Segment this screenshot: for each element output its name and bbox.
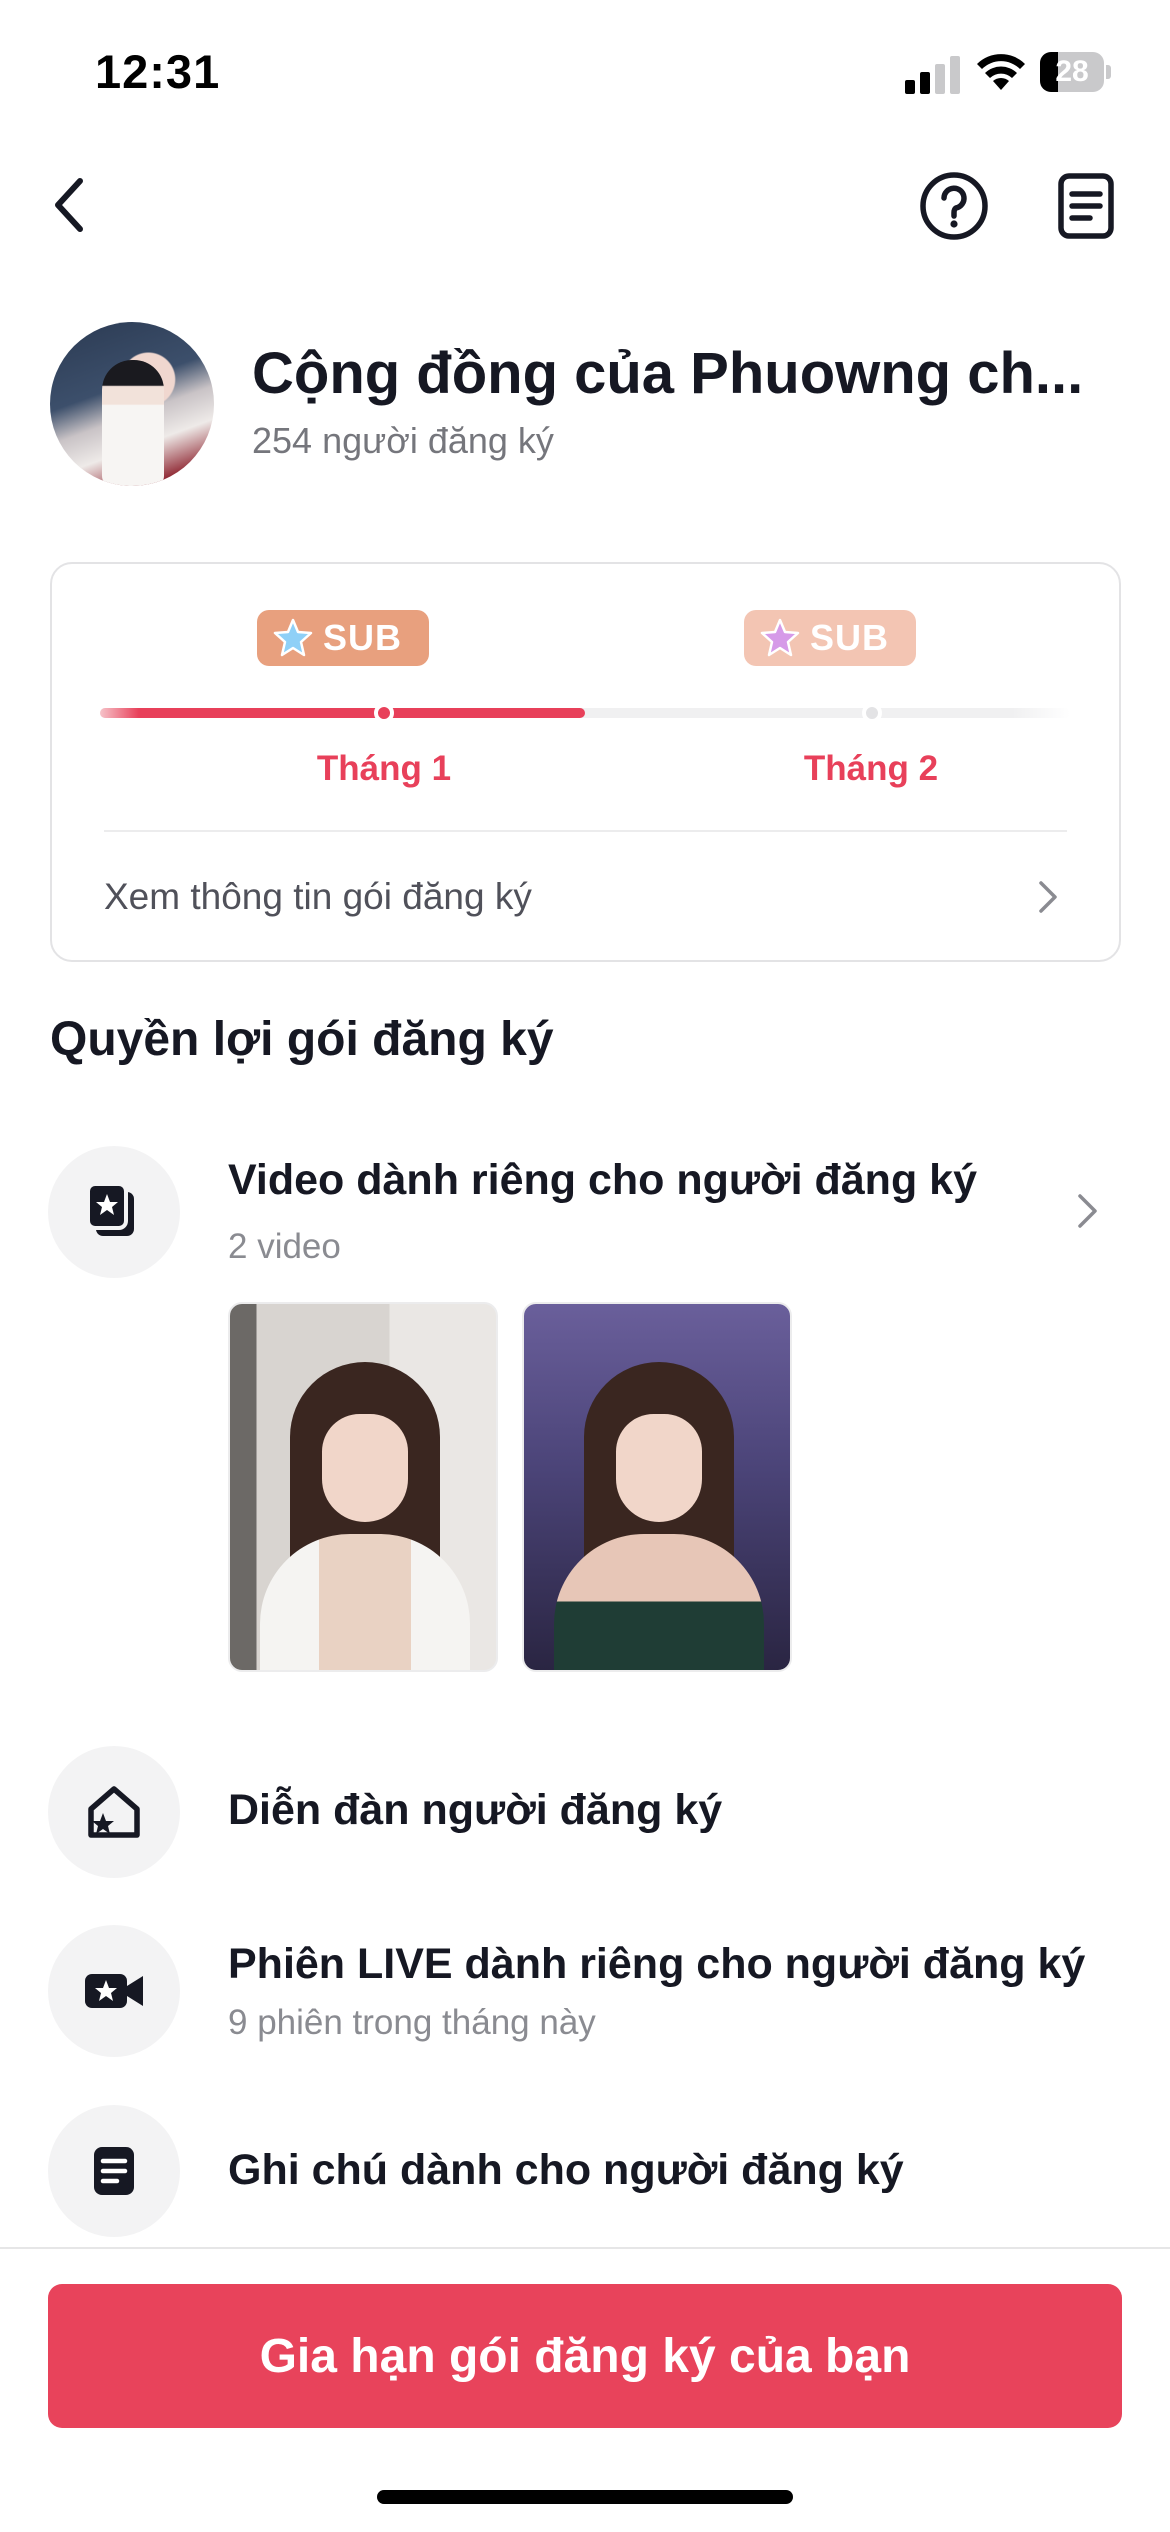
benefit-title-forum[interactable]: Diễn đàn người đăng ký <box>228 1786 722 1835</box>
subscriber-count: 254 người đăng ký <box>252 420 554 461</box>
sub-badge-label: SUB <box>810 617 890 658</box>
community-title: Cộng đồng của Phuowng ch... <box>252 341 1084 406</box>
benefit-icon-container <box>48 1146 180 1278</box>
subscription-progress-fill <box>100 708 585 718</box>
benefit-subtitle-video-count: 2 video <box>228 1227 341 1266</box>
progress-dot-month-1 <box>374 703 394 723</box>
chevron-right-icon[interactable] <box>1066 1190 1108 1232</box>
forum-icon <box>88 1786 140 1838</box>
month-label-2: Tháng 2 <box>803 749 939 788</box>
sub-badge-month-2: SUB <box>744 610 916 666</box>
help-icon[interactable] <box>918 170 990 242</box>
subscription-card: SUB SUB Tháng 1 Tháng 2 Xem thông tin gó… <box>50 562 1121 962</box>
chevron-right-icon <box>1039 881 1057 913</box>
benefit-icon-container <box>48 1746 180 1878</box>
battery-icon: 28 <box>1040 52 1112 92</box>
live-camera-icon <box>85 1974 143 2008</box>
benefit-icon-container <box>48 2105 180 2237</box>
benefit-subtitle-live-sessions: 9 phiên trong tháng này <box>228 2003 596 2042</box>
benefit-title-notes[interactable]: Ghi chú dành cho người đăng ký <box>228 2146 904 2195</box>
notes-icon[interactable] <box>1050 170 1122 242</box>
benefits-section-title: Quyền lợi gói đăng ký <box>50 1013 554 1066</box>
star-badge-icon <box>273 618 313 657</box>
progress-dot-month-2 <box>862 703 882 723</box>
status-bar: 12:31 28 <box>0 0 1170 140</box>
benefit-title-exclusive-videos[interactable]: Video dành riêng cho người đăng ký <box>228 1156 977 1205</box>
renew-subscription-button[interactable]: Gia hạn gói đăng ký của bạn <box>48 2284 1122 2428</box>
view-subscription-info-label: Xem thông tin gói đăng ký <box>104 876 532 917</box>
back-button[interactable] <box>40 170 100 240</box>
avatar[interactable] <box>50 322 214 486</box>
star-badge-icon <box>760 618 800 657</box>
exclusive-video-icon <box>86 1182 134 1236</box>
month-label-1: Tháng 1 <box>316 749 452 788</box>
view-subscription-info-row[interactable]: Xem thông tin gói đăng ký <box>104 832 1067 962</box>
sub-badge-month-1: SUB <box>257 610 429 666</box>
video-thumbnail[interactable] <box>522 1302 792 1672</box>
benefit-icon-container <box>48 1925 180 2057</box>
subscription-progress-track <box>100 708 1070 718</box>
benefit-title-exclusive-live[interactable]: Phiên LIVE dành riêng cho người đăng ký <box>228 1940 1085 1989</box>
video-thumbnail[interactable] <box>228 1302 498 1672</box>
sub-badge-label: SUB <box>323 617 403 658</box>
signal-icon <box>905 56 960 94</box>
wifi-icon <box>977 54 1025 90</box>
note-icon <box>94 2147 134 2195</box>
bottom-divider <box>0 2247 1170 2249</box>
back-chevron-icon <box>55 178 83 232</box>
home-indicator <box>377 2490 793 2504</box>
status-time: 12:31 <box>95 45 221 98</box>
battery-level: 28 <box>1055 55 1089 88</box>
